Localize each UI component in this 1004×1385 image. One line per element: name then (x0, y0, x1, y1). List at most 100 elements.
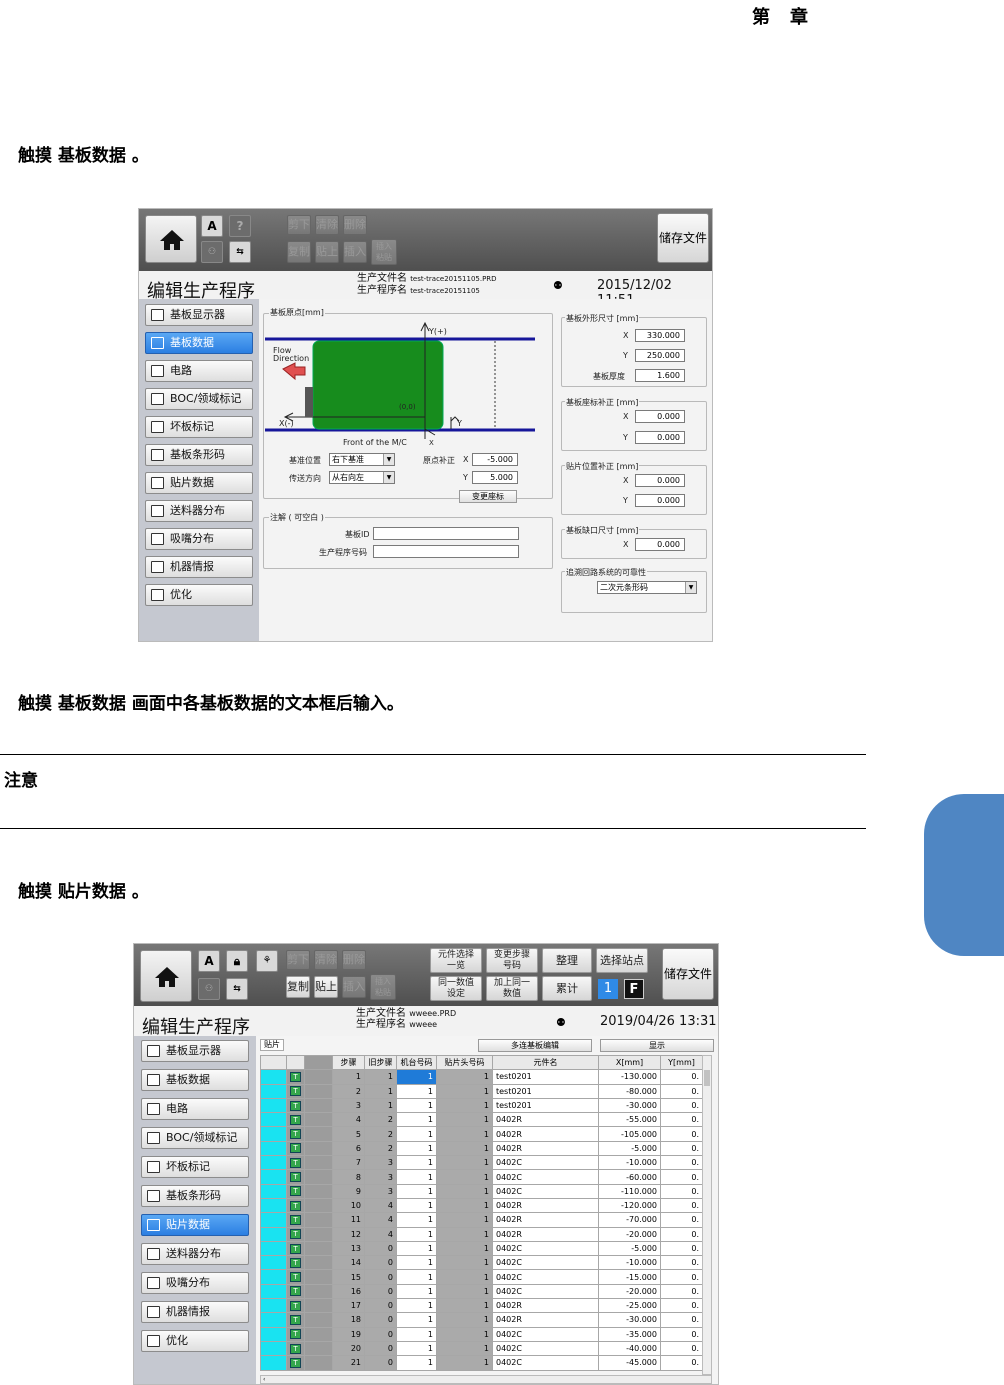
head-no-cell[interactable]: 1 (436, 1355, 493, 1371)
component-name-cell[interactable]: test0201 (492, 1097, 599, 1114)
col-machine-no[interactable]: 机台号码 (396, 1054, 437, 1071)
machine-no-cell[interactable]: 1 (396, 1212, 437, 1228)
x-cell[interactable]: -20.000 (598, 1283, 661, 1300)
head-no-cell[interactable]: 1 (436, 1169, 493, 1185)
skip-cell[interactable]: T (286, 1112, 305, 1128)
component-name-cell[interactable]: 0402R (492, 1140, 599, 1157)
nav-board-display[interactable]: 基板显示器 (141, 1040, 249, 1062)
nav-bad-mark[interactable]: 坏板标记 (145, 416, 253, 438)
row-select-cell[interactable] (260, 1155, 287, 1171)
component-name-cell[interactable]: 0402C (492, 1326, 599, 1342)
y-cell[interactable]: 0. (660, 1312, 703, 1328)
machine-no-cell[interactable]: 1 (396, 1197, 437, 1214)
row-select-cell[interactable] (260, 1255, 287, 1271)
copy-button[interactable]: 复制 (286, 976, 310, 998)
y-cell[interactable]: 0. (660, 1255, 703, 1271)
nav-nozzle[interactable]: 吸嘴分布 (141, 1272, 249, 1294)
origin-correction-x-input[interactable]: -5.000 (472, 453, 518, 466)
table-row[interactable]: T 20 0 1 1 0402C -40.000 0. (260, 1340, 703, 1357)
row-select-cell[interactable] (260, 1298, 287, 1314)
users-icon[interactable]: ⚇ (201, 241, 223, 263)
skip-mark[interactable]: T (290, 1071, 301, 1082)
skip-cell[interactable]: T (286, 1269, 305, 1285)
y-cell[interactable]: 0. (660, 1112, 703, 1128)
y-cell[interactable]: 0. (660, 1340, 703, 1357)
table-row[interactable]: T 9 3 1 1 0402C -110.000 0. (260, 1183, 703, 1199)
nav-machine-info[interactable]: 机器情报 (141, 1301, 249, 1323)
skip-cell[interactable]: T (286, 1197, 305, 1214)
nav-bad-mark[interactable]: 坏板标记 (141, 1156, 249, 1178)
component-name-cell[interactable]: 0402C (492, 1183, 599, 1199)
nav-board-display[interactable]: 基板显示器 (145, 304, 253, 326)
component-name-cell[interactable]: 0402C (492, 1255, 599, 1271)
skip-mark[interactable]: T (290, 1243, 301, 1254)
cut-button[interactable]: 剪下 (286, 950, 310, 970)
head-no-cell[interactable]: 1 (436, 1197, 493, 1214)
skip-mark[interactable]: T (290, 1143, 301, 1154)
component-name-cell[interactable]: 0402R (492, 1298, 599, 1314)
feeder-icon[interactable]: ⚘ (256, 950, 278, 972)
nav-circuit[interactable]: 电路 (145, 360, 253, 382)
y-cell[interactable]: 0. (660, 1197, 703, 1214)
station-number-badge[interactable]: 1 (598, 979, 618, 999)
head-no-cell[interactable]: 1 (436, 1283, 493, 1300)
skip-mark[interactable]: T (290, 1186, 301, 1197)
y-cell[interactable]: 0. (660, 1326, 703, 1342)
skip-cell[interactable]: T (286, 1169, 305, 1185)
y-cell[interactable]: 0. (660, 1083, 703, 1099)
head-no-cell[interactable]: 1 (436, 1126, 493, 1142)
x-cell[interactable]: -20.000 (598, 1226, 661, 1242)
delete-button[interactable]: 删除 (342, 950, 366, 970)
row-select-cell[interactable] (260, 1069, 287, 1085)
table-row[interactable]: T 6 2 1 1 0402R -5.000 0. (260, 1140, 703, 1157)
x-cell[interactable]: -105.000 (598, 1126, 661, 1142)
x-cell[interactable]: -120.000 (598, 1197, 661, 1214)
skip-cell[interactable]: T (286, 1355, 305, 1371)
x-cell[interactable]: -55.000 (598, 1112, 661, 1128)
coord-correction-x-input[interactable]: 0.000 (635, 410, 685, 423)
station-f-badge[interactable]: F (624, 979, 644, 999)
table-row[interactable]: T 18 0 1 1 0402R -30.000 0. (260, 1312, 703, 1328)
insert-button[interactable]: 插入 (342, 976, 366, 998)
placement-correction-y-input[interactable]: 0.000 (635, 494, 685, 507)
skip-mark[interactable]: T (290, 1257, 301, 1268)
skip-cell[interactable]: T (286, 1298, 305, 1314)
keyboard-icon[interactable]: A (201, 215, 223, 237)
table-row[interactable]: T 8 3 1 1 0402C -60.000 0. (260, 1169, 703, 1185)
change-step-button[interactable]: 变更步骤 号码 (486, 948, 538, 973)
head-no-cell[interactable]: 1 (436, 1112, 493, 1128)
row-select-cell[interactable] (260, 1140, 287, 1157)
skip-mark[interactable]: T (290, 1272, 301, 1283)
machine-no-cell[interactable]: 1 (396, 1155, 437, 1171)
row-select-cell[interactable] (260, 1326, 287, 1342)
nav-machine-info[interactable]: 机器情报 (145, 556, 253, 578)
delete-button[interactable]: 删除 (343, 215, 367, 235)
save-file-button[interactable]: 储存文件 (657, 213, 709, 263)
row-select-cell[interactable] (260, 1212, 287, 1228)
y-cell[interactable]: 0. (660, 1240, 703, 1257)
thickness-input[interactable]: 1.600 (635, 369, 685, 382)
x-cell[interactable]: -130.000 (598, 1069, 661, 1085)
skip-cell[interactable]: T (286, 1155, 305, 1171)
x-cell[interactable]: -30.000 (598, 1097, 661, 1114)
x-cell[interactable]: -45.000 (598, 1355, 661, 1371)
x-cell[interactable]: -110.000 (598, 1183, 661, 1199)
component-list-button[interactable]: 元件选择 一览 (430, 948, 482, 973)
outer-x-input[interactable]: 330.000 (635, 329, 685, 342)
horizontal-scrollbar[interactable]: ‹ (260, 1375, 712, 1384)
save-file-button[interactable]: 储存文件 (662, 948, 714, 1000)
skip-cell[interactable]: T (286, 1312, 305, 1328)
y-cell[interactable]: 0. (660, 1097, 703, 1114)
skip-cell[interactable]: T (286, 1226, 305, 1242)
head-no-cell[interactable]: 1 (436, 1326, 493, 1342)
y-cell[interactable]: 0. (660, 1155, 703, 1171)
x-cell[interactable]: -40.000 (598, 1340, 661, 1357)
paste-button[interactable]: 贴上 (315, 241, 339, 263)
machine-no-cell[interactable]: 1 (396, 1355, 437, 1371)
row-select-cell[interactable] (260, 1355, 287, 1371)
add-same-value-button[interactable]: 加上同一 数值 (486, 976, 538, 1001)
head-no-cell[interactable]: 1 (436, 1140, 493, 1157)
y-cell[interactable]: 0. (660, 1226, 703, 1242)
nav-barcode[interactable]: 基板条形码 (145, 444, 253, 466)
accumulate-button[interactable]: 累计 (542, 976, 592, 1001)
